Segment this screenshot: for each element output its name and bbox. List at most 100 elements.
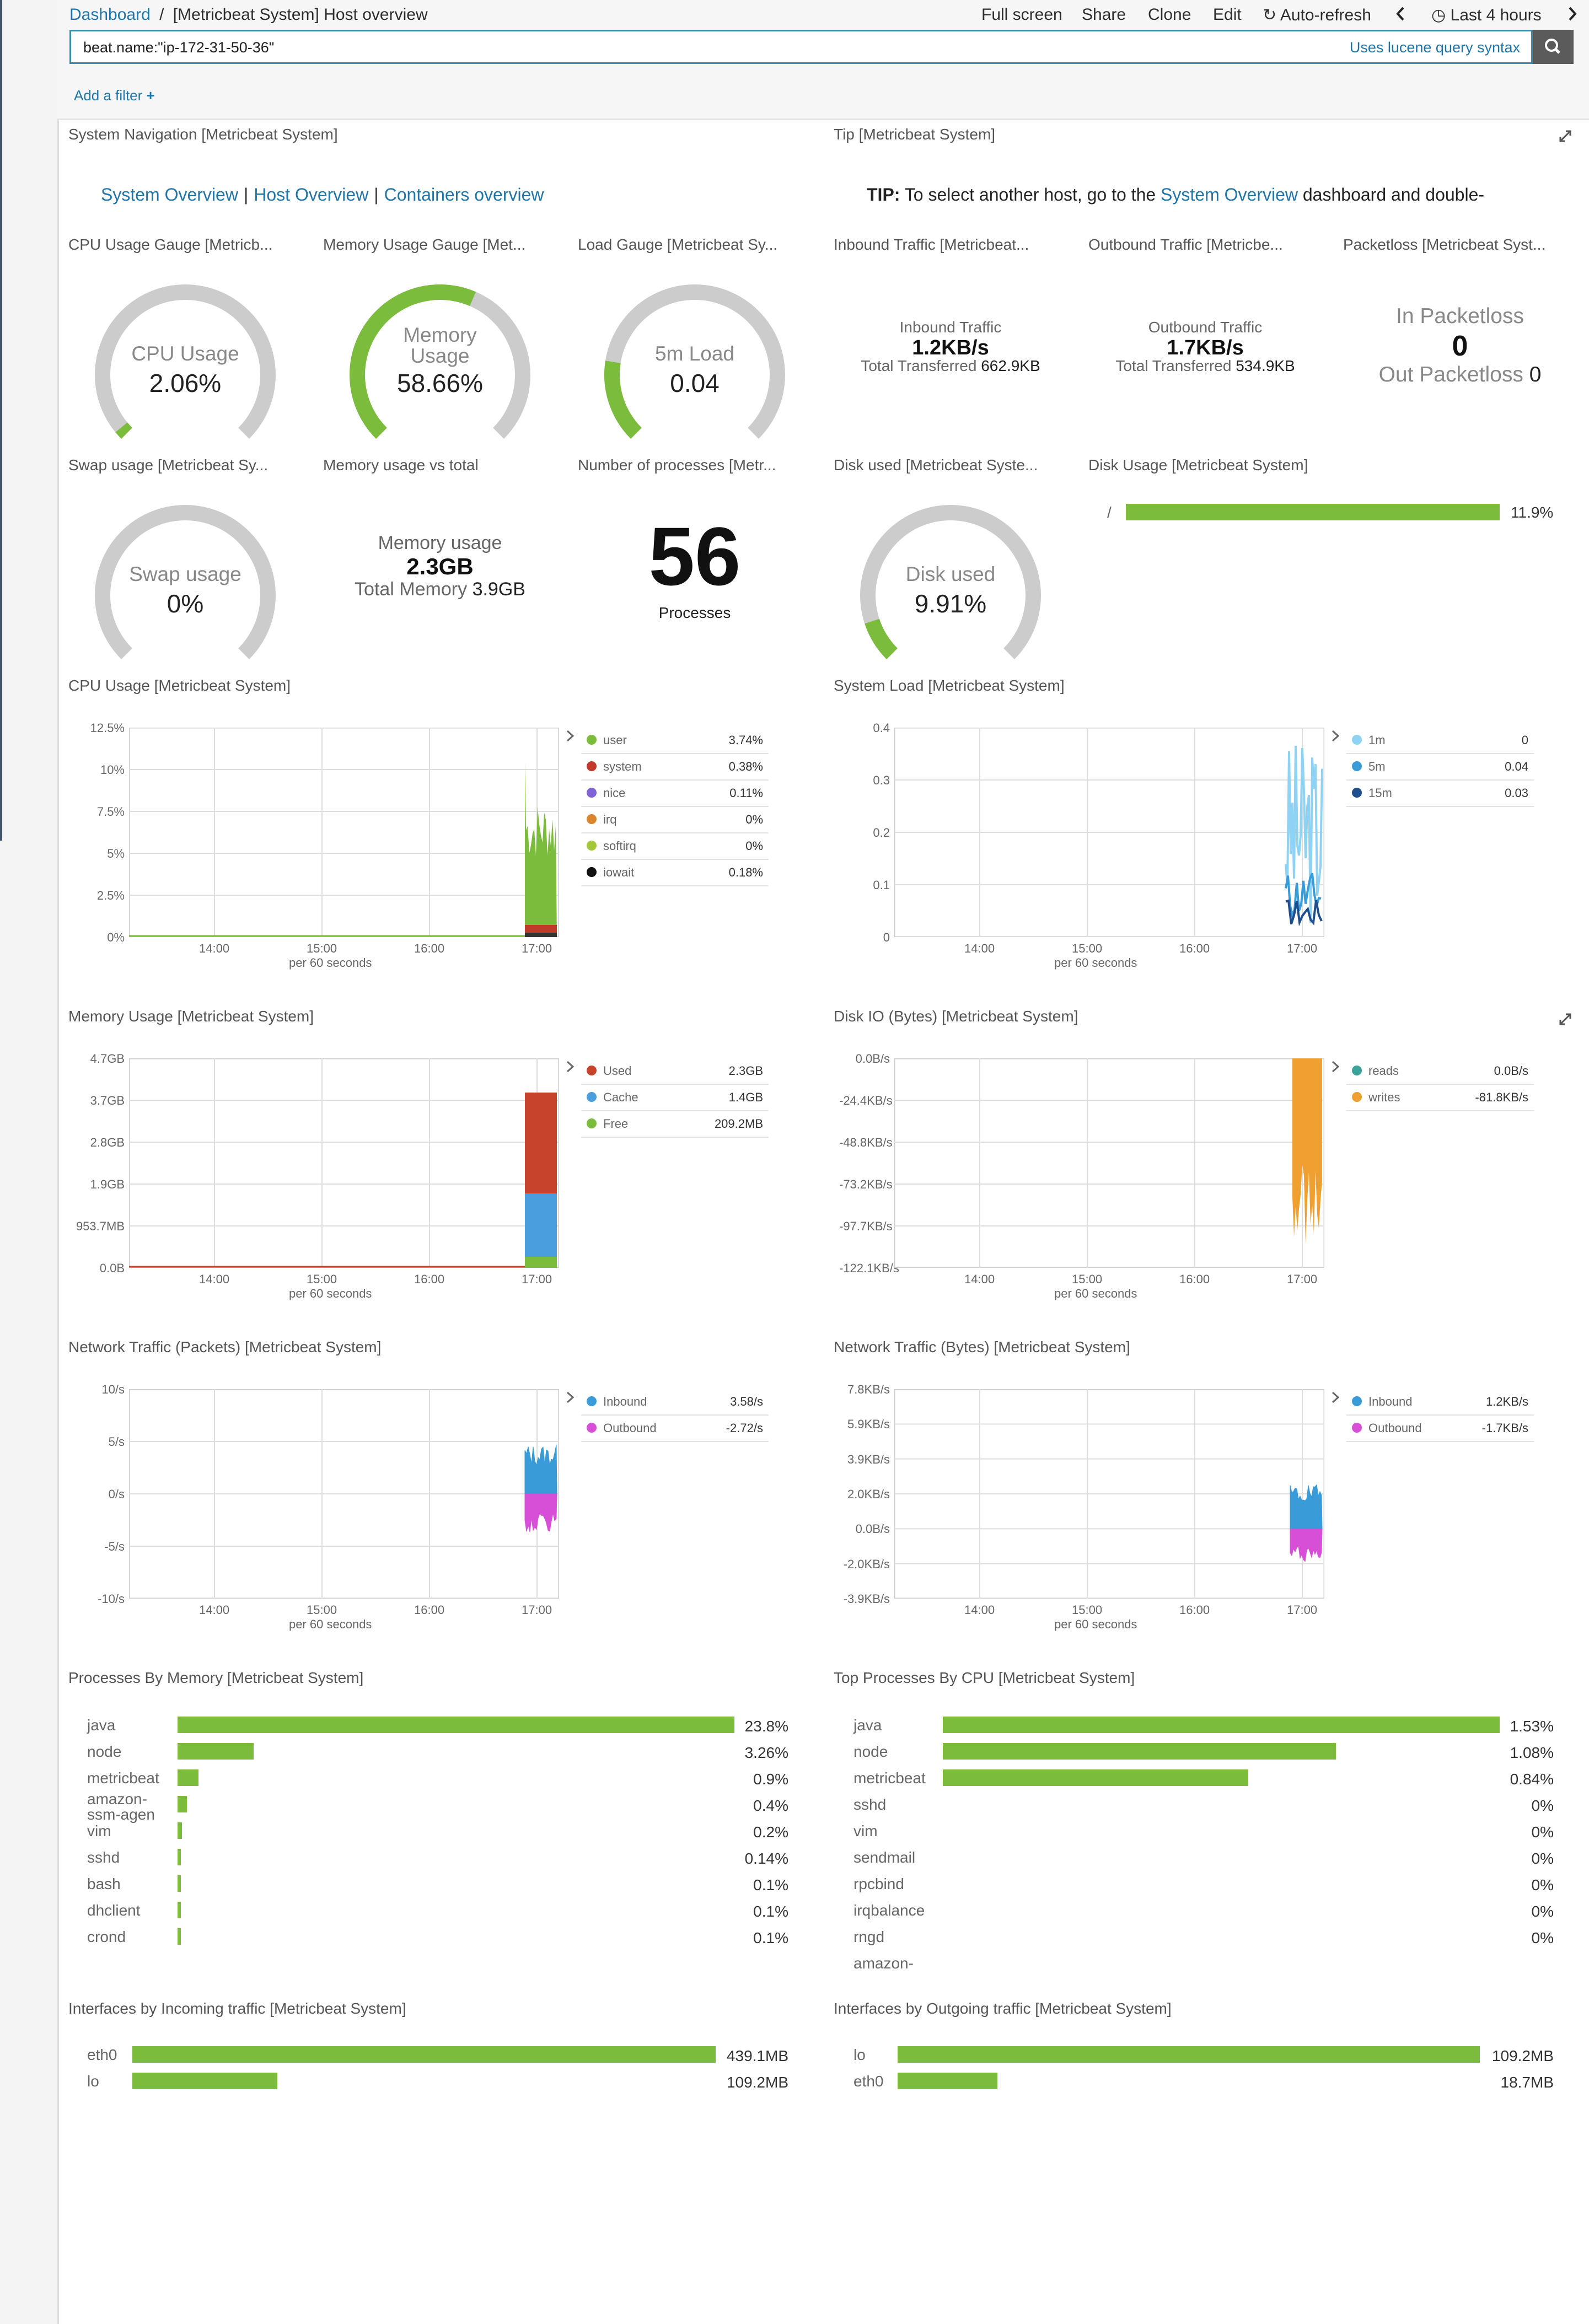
proc-memory-bar[interactable] — [178, 1743, 254, 1760]
memory-chart-legend-item-free[interactable]: Free 209.2MB — [581, 1111, 769, 1138]
process-count-label: Processes — [658, 604, 731, 621]
netbytes-chart-y-tick: 2.0KB/s — [847, 1487, 890, 1501]
cpu-chart-legend-item-system[interactable]: system 0.38% — [581, 754, 769, 781]
legend-label: iowait — [603, 865, 635, 879]
netpackets-chart-y-tick: -10/s — [98, 1592, 125, 1606]
cpu-chart-legend-item-iowait[interactable]: iowait 0.18% — [581, 860, 769, 886]
memory-cache-area — [525, 1193, 557, 1257]
cpu-chart-legend-item-irq[interactable]: irq 0% — [581, 807, 769, 833]
memory-chart-legend-item-cache[interactable]: Cache 1.4GB — [581, 1085, 769, 1111]
netbytes-chart-legend-item-outbound[interactable]: Outbound -1.7KB/s — [1346, 1416, 1534, 1442]
load-chart-x-tick: 17:00 — [1287, 942, 1318, 955]
legend-value: 0 — [1521, 733, 1528, 747]
legend-value: 1.2KB/s — [1485, 1395, 1528, 1408]
load-gauge-value: 0.04 — [670, 369, 720, 397]
netpackets-chart-y-tick: 5/s — [108, 1435, 125, 1449]
legend-value: 0% — [745, 813, 763, 826]
cpu-chart-legend-item-user[interactable]: user 3.74% — [581, 728, 769, 754]
load-chart-legend-item-5m[interactable]: 5m 0.04 — [1346, 754, 1534, 781]
if-incoming-bar[interactable] — [132, 2046, 716, 2063]
netpackets-chart-y-tick: 0/s — [108, 1487, 125, 1501]
memory-chart-y-tick: 2.8GB — [90, 1136, 125, 1149]
proc-memory-bar[interactable] — [178, 1796, 187, 1812]
proc-memory-bar[interactable] — [178, 1849, 181, 1865]
if-outgoing-row-label: eth0 — [853, 2073, 884, 2090]
netbytes-chart-legend-item-inbound[interactable]: Inbound 1.2KB/s — [1346, 1389, 1534, 1416]
netbytes-chart-plot — [894, 1389, 1324, 1599]
netpackets-chart-x-tick: 16:00 — [414, 1603, 445, 1617]
out-packetloss-value: 0 — [1529, 363, 1542, 386]
legend-swatch — [587, 867, 597, 877]
legend-value: 1.4GB — [728, 1090, 763, 1104]
proc-memory-row-value: 0.1% — [753, 1876, 788, 1893]
proc-cpu-bar[interactable] — [943, 1717, 1500, 1733]
cpu-gauge-label: CPU Usage — [131, 342, 239, 365]
legend-toggle-icon[interactable] — [1330, 729, 1341, 743]
legend-swatch — [587, 1118, 597, 1128]
cpu-chart-legend-item-softirq[interactable]: softirq 0% — [581, 833, 769, 860]
memory-used-area — [525, 1093, 557, 1193]
proc-cpu-row-value: 1.53% — [1510, 1718, 1554, 1735]
cpu-chart-legend-item-nice[interactable]: nice 0.11% — [581, 781, 769, 807]
proc-memory-bar[interactable] — [178, 1822, 182, 1839]
legend-swatch — [587, 814, 597, 824]
diskio-chart-y-tick: -122.1KB/s — [839, 1261, 899, 1275]
netbytes-chart-x-tick: 14:00 — [964, 1603, 995, 1617]
disk-gauge-label: Disk used — [905, 563, 996, 585]
proc-memory-bar[interactable] — [178, 1928, 181, 1945]
panel-title-swap-usage: Swap usage [Metricbeat Sy... — [68, 456, 269, 474]
proc-memory-bar[interactable] — [178, 1902, 181, 1918]
memory-chart-x-tick: 17:00 — [522, 1272, 552, 1286]
panel-title-interfaces-incoming: Interfaces by Incoming traffic [Metricbe… — [68, 2000, 406, 2017]
proc-memory-bar[interactable] — [178, 1875, 181, 1892]
netpackets-chart-legend-item-outbound[interactable]: Outbound -2.72/s — [581, 1416, 769, 1442]
diskio-chart-legend-item-reads[interactable]: reads 0.0B/s — [1346, 1058, 1534, 1085]
cpu-chart-plot — [129, 728, 559, 937]
netpackets-chart-x-tick: 17:00 — [522, 1603, 552, 1617]
panel-title-network-bytes: Network Traffic (Bytes) [Metricbeat Syst… — [834, 1338, 1130, 1355]
proc-cpu-row-label: sendmail — [853, 1849, 916, 1866]
if-incoming-row-value: 109.2MB — [726, 2074, 788, 2091]
proc-cpu-row-label: amazon- — [853, 1955, 914, 1972]
proc-memory-row-value: 0.4% — [753, 1797, 788, 1814]
legend-toggle-icon[interactable] — [565, 1059, 576, 1074]
netpackets-chart-legend-item-inbound[interactable]: Inbound 3.58/s — [581, 1389, 769, 1416]
proc-cpu-row-value: 0% — [1531, 1903, 1554, 1920]
expand-panel-icon[interactable] — [1558, 1012, 1572, 1029]
out-packetloss: Out Packetloss 0 — [1350, 363, 1570, 387]
diskio-chart-legend-item-writes[interactable]: writes -81.8KB/s — [1346, 1085, 1534, 1111]
outbound-total-value: 534.9KB — [1236, 357, 1295, 374]
legend-swatch — [1352, 1092, 1362, 1102]
diskio-chart-x-tick: 14:00 — [964, 1272, 995, 1286]
netpackets-chart-x-caption: per 60 seconds — [289, 1617, 372, 1631]
proc-cpu-row-value: 0% — [1531, 1929, 1554, 1946]
proc-cpu-bar[interactable] — [943, 1743, 1336, 1760]
legend-toggle-icon[interactable] — [1330, 1059, 1341, 1074]
legend-toggle-icon[interactable] — [565, 729, 576, 743]
netbytes-chart-y-tick: 7.8KB/s — [847, 1382, 890, 1396]
load-chart-legend-item-15m[interactable]: 15m 0.03 — [1346, 781, 1534, 807]
proc-memory-bar[interactable] — [178, 1769, 199, 1786]
legend-swatch — [587, 788, 597, 798]
if-outgoing-bar[interactable] — [898, 2046, 1480, 2063]
proc-cpu-bar[interactable] — [943, 1769, 1249, 1786]
diskio-chart-x-tick: 17:00 — [1287, 1272, 1318, 1286]
if-incoming-bar[interactable] — [132, 2073, 278, 2089]
proc-memory-row-label: dhclient — [87, 1902, 141, 1919]
g-cpu-fill — [115, 422, 132, 439]
disk-usage-value: 11.9% — [1511, 504, 1554, 521]
legend-label: reads — [1368, 1064, 1399, 1078]
cpu-chart-x-tick: 16:00 — [414, 942, 445, 955]
proc-memory-bar[interactable] — [178, 1717, 734, 1733]
proc-memory-row-label: bash — [87, 1875, 121, 1892]
proc-cpu-row-label: vim — [853, 1822, 878, 1839]
disk-mount-label: / — [1107, 504, 1112, 521]
proc-cpu-row-label: rngd — [853, 1928, 885, 1945]
legend-toggle-icon[interactable] — [1330, 1390, 1341, 1405]
memory-chart-legend-item-used[interactable]: Used 2.3GB — [581, 1058, 769, 1085]
legend-toggle-icon[interactable] — [565, 1390, 576, 1405]
proc-cpu-row-value: 0% — [1531, 1797, 1554, 1814]
if-outgoing-bar[interactable] — [898, 2073, 997, 2089]
load-chart-legend-item-1m[interactable]: 1m 0 — [1346, 728, 1534, 754]
diskio-chart-y-tick: 0.0B/s — [855, 1052, 890, 1066]
